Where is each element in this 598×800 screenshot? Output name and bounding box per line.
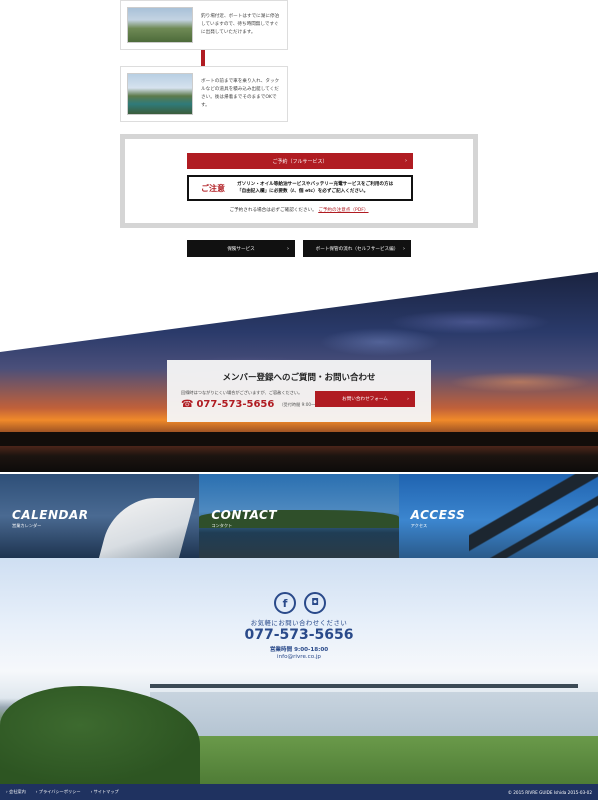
footer-link-label: プライバシーポリシー xyxy=(38,789,81,794)
boat-photo xyxy=(99,498,196,558)
footer-phone[interactable]: 077-573-5656 xyxy=(0,627,598,643)
timeline-line xyxy=(201,50,205,66)
step-text-1: 釣り場付近、ボートはすでに湖に停泊していますので、待ち時間無しですぐに出発してい… xyxy=(201,14,280,35)
reservation-box: ご予約（フルサービス） › ご注意 ガソリン・オイル等給油サービスやバッテリー充… xyxy=(120,134,478,228)
reserve-full-service-button[interactable]: ご予約（フルサービス） › xyxy=(187,153,413,169)
contact-phone[interactable]: ☎ 077-573-5656 （受付時間 9:00～18:00） xyxy=(181,399,331,410)
contact-invite: お気軽にお問い合わせください xyxy=(250,619,348,627)
nav-panels: CALENDAR 営業カレンダー CONTACT コンタクト ACCESS アク… xyxy=(0,474,598,558)
parked-car-photo xyxy=(127,7,193,43)
chevron-right-icon: › xyxy=(403,245,405,252)
notice-line-1: ガソリン・オイル等給油サービスやバッテリー充電サービスをご利用の方は xyxy=(237,182,394,187)
contact-email[interactable]: info@rivre.co.jp xyxy=(0,654,598,660)
shoreline xyxy=(0,432,598,446)
storage-button-label: ボート保管の流れ（セルフサービス編） xyxy=(315,246,399,252)
footer-link-label: 会社案内 xyxy=(9,789,26,794)
instagram-icon[interactable]: ◘ xyxy=(304,592,326,614)
contact-subtitle: コンタクト xyxy=(211,523,233,528)
business-hours: 営業時間 9:00-18:00 xyxy=(269,647,329,653)
chevron-right-icon: › xyxy=(405,158,407,164)
access-subtitle: アクセス xyxy=(410,523,428,528)
reservation-note: ご予約される場合は必ずご確認ください。 ご予約の注意点（PDF） xyxy=(125,207,473,213)
footer-link-privacy[interactable]: › プライバシーポリシー xyxy=(36,789,81,795)
copyright: © 2015 RIVRE GUIDE Ishida 2015-03-02 xyxy=(507,789,592,795)
contact-form-label: お問い合わせフォーム xyxy=(342,397,388,402)
boat-storage-flow-button[interactable]: ボート保管の流れ（セルフサービス編） › xyxy=(303,240,411,257)
member-contact-card: メンバー登録へのご質問・お問い合わせ 回線時はつながりにくい場合がございますが、… xyxy=(167,360,431,422)
calendar-panel[interactable]: CALENDAR 営業カレンダー xyxy=(0,474,200,558)
reservation-notes-pdf-link[interactable]: ご予約の注意点（PDF） xyxy=(318,208,368,213)
insurance-button-label: 保険サービス xyxy=(227,246,255,252)
contact-title: CONTACT xyxy=(211,508,278,522)
access-title: ACCESS xyxy=(410,508,466,522)
insurance-service-button[interactable]: 保険サービス › xyxy=(187,240,295,257)
calendar-subtitle: 営業カレンダー xyxy=(12,523,42,528)
contact-card-subtitle: 回線時はつながりにくい場合がございますが、ご容赦ください。 xyxy=(181,390,303,395)
facebook-icon[interactable]: f xyxy=(274,592,296,614)
footer-link-company[interactable]: › 会社案内 xyxy=(6,789,26,795)
contact-form-button[interactable]: お問い合わせフォーム › xyxy=(315,391,415,407)
access-panel[interactable]: ACCESS アクセス xyxy=(398,474,598,558)
footer-bar: › 会社案内 › プライバシーポリシー › サイトマップ © 2015 RIVR… xyxy=(0,784,598,800)
chevron-right-icon: › xyxy=(287,245,289,252)
reserve-button-label: ご予約（フルサービス） xyxy=(272,158,328,165)
calendar-title: CALENDAR xyxy=(12,508,89,522)
phone-icon: ☎ xyxy=(181,399,194,410)
notice-line-2: 「自由記入欄」に必要数（ℓ、個 etc）を必ずご記入ください。 xyxy=(237,189,369,194)
confirm-text: ご予約される場合は必ずご確認ください。 xyxy=(229,208,317,213)
step-card-1: 釣り場付近、ボートはすでに湖に停泊していますので、待ち時間無しですぐに出発してい… xyxy=(120,0,288,50)
bridge-silhouette xyxy=(468,474,598,558)
footer-link-sitemap[interactable]: › サイトマップ xyxy=(91,789,119,795)
notice-text: ガソリン・オイル等給油サービスやバッテリー充電サービスをご利用の方は 「自由記入… xyxy=(237,181,393,195)
chevron-right-icon: › xyxy=(407,396,409,402)
step-card-2: ボートの前まで車を乗り入れ、タックルなどの道具を積み込み出艇してください。後は帰… xyxy=(120,66,288,122)
contact-card-title: メンバー登録へのご質問・お問い合わせ xyxy=(222,373,376,383)
bridge xyxy=(150,684,578,688)
contact-panel[interactable]: CONTACT コンタクト xyxy=(199,474,399,558)
social-links: f ◘ xyxy=(274,592,326,614)
footer-link-label: サイトマップ xyxy=(93,789,119,794)
notice-box: ご注意 ガソリン・オイル等給油サービスやバッテリー充電サービスをご利用の方は 「… xyxy=(187,175,413,201)
phone-number: 077-573-5656 xyxy=(196,399,275,410)
step-text-2: ボートの前まで車を乗り入れ、タックルなどの道具を積み込み出艇してください。後は帰… xyxy=(201,79,280,108)
notice-label: ご注意 xyxy=(201,183,225,193)
boat-loading-photo xyxy=(127,73,193,115)
footer-links: › 会社案内 › プライバシーポリシー › サイトマップ xyxy=(6,789,119,795)
